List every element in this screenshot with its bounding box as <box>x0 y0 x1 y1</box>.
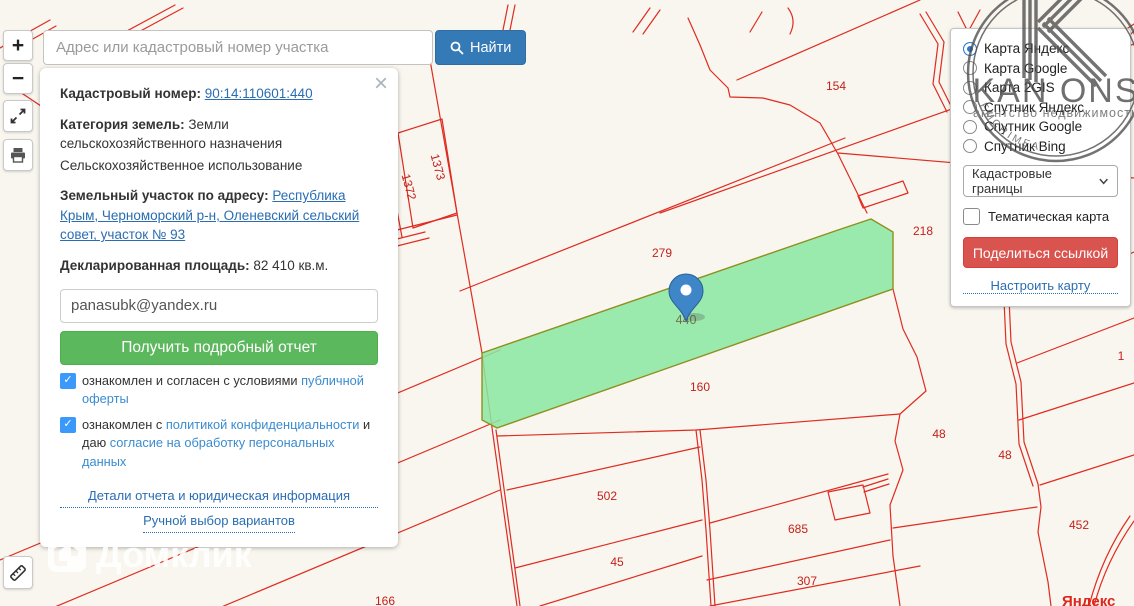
parcel-label: 685 <box>788 522 808 536</box>
consent-offer-text: ознакомлен и согласен с условиями публич… <box>82 372 364 407</box>
minus-icon: − <box>11 67 25 90</box>
thematic-checkbox[interactable] <box>963 208 980 225</box>
share-link-button[interactable]: Поделиться ссылкой <box>963 237 1118 268</box>
get-report-button[interactable]: Получить подробный отчет <box>60 330 378 365</box>
layer-option-google-satellite[interactable]: Спутник Google <box>963 117 1118 137</box>
layer-option-yandex-map[interactable]: Карта Яндекс <box>963 39 1118 59</box>
privacy-policy-link[interactable]: политикой конфиденциальности <box>166 417 360 432</box>
address-label: Земельный участок по адресу: <box>60 188 269 204</box>
layers-panel: Карта Яндекс Карта Google Карта 2GIS Спу… <box>950 28 1131 307</box>
report-details-link[interactable]: Детали отчета и юридическая информация <box>60 485 378 509</box>
search-button-label: Найти <box>470 39 512 56</box>
land-category-label: Категория земель: <box>60 116 185 132</box>
printer-icon <box>11 148 25 163</box>
yandex-logo: Яндекс <box>1062 593 1115 606</box>
layer-option-2gis-map[interactable]: Карта 2GIS <box>963 78 1118 98</box>
parcel-label: 166 <box>375 594 395 606</box>
layer-option-bing-satellite[interactable]: Спутник Bing <box>963 137 1118 157</box>
layer-option-google-map[interactable]: Карта Google <box>963 59 1118 79</box>
declared-area-value: 82 410 кв.м. <box>253 257 329 273</box>
radio-icon <box>963 41 977 56</box>
parcel-label: 48 <box>998 448 1012 462</box>
close-icon[interactable]: × <box>374 72 388 96</box>
thematic-map-toggle[interactable]: Тематическая карта <box>963 208 1118 225</box>
ruler-icon <box>10 564 26 581</box>
boundaries-select[interactable]: Кадастровые границы <box>963 165 1118 197</box>
parcel-label: 279 <box>652 246 672 260</box>
chevron-down-icon <box>1099 178 1108 185</box>
radio-icon <box>963 139 977 154</box>
consent-privacy-text: ознакомлен с политикой конфиденциальност… <box>82 416 371 469</box>
radio-icon <box>963 100 977 115</box>
parcel-label: 307 <box>797 574 817 588</box>
radio-icon <box>963 61 977 76</box>
parcel-label: 45 <box>610 555 624 569</box>
cadastral-number-label: Кадастровый номер: <box>60 86 201 101</box>
measure-button[interactable] <box>3 556 33 589</box>
search-input[interactable] <box>43 30 433 65</box>
land-usage-value: Сельскохозяйственное использование <box>60 157 303 173</box>
parcel-info-card: × Кадастровый номер: 90:14:110601:440 Ка… <box>40 68 398 548</box>
print-button[interactable] <box>3 139 33 171</box>
customize-map-link[interactable]: Настроить карту <box>963 278 1118 294</box>
consent-privacy-checkbox[interactable] <box>60 416 76 433</box>
search-button[interactable]: Найти <box>435 30 527 65</box>
search-bar: Найти <box>43 30 527 65</box>
layer-option-yandex-satellite[interactable]: Спутник Яндекс <box>963 98 1118 118</box>
parcel-label: 452 <box>1069 518 1089 532</box>
parcel-label: 502 <box>597 489 617 503</box>
zoom-out-button[interactable]: − <box>3 63 33 94</box>
declared-area-label: Декларированная площадь: <box>60 257 250 273</box>
parcel-label: 48 <box>932 427 946 441</box>
zoom-in-button[interactable]: + <box>3 30 33 61</box>
parcel-label: 160 <box>690 380 710 394</box>
cadastral-number-link[interactable]: 90:14:110601:440 <box>205 86 313 101</box>
radio-icon <box>963 119 977 134</box>
personal-data-link[interactable]: согласие на обработку персональных данны… <box>82 435 335 469</box>
radio-icon <box>963 80 977 95</box>
expand-arrows-icon <box>10 108 26 124</box>
plus-icon: + <box>11 34 25 57</box>
search-icon <box>450 41 464 55</box>
parcel-label: 154 <box>826 79 846 93</box>
consent-offer-checkbox[interactable] <box>60 372 76 389</box>
parcel-label: 1 <box>1118 349 1125 363</box>
parcel-label: 218 <box>913 224 933 238</box>
manual-choice-link[interactable]: Ручной выбор вариантов <box>143 510 295 534</box>
email-field[interactable] <box>60 288 378 323</box>
cadastral-map-app: 1542792182351160440484850245422141616668… <box>0 0 1134 606</box>
fullscreen-button[interactable] <box>3 100 33 132</box>
